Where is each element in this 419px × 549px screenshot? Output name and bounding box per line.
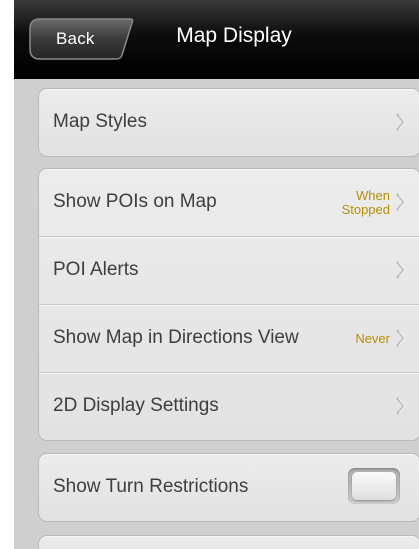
chevron-right-icon: [396, 261, 406, 279]
row-value-line: Stopped: [341, 201, 390, 217]
row-value-line: When: [356, 187, 390, 203]
chevron-right-icon: [396, 113, 406, 131]
settings-group-display: Show POIs on Map When Stopped POI Alerts…: [38, 168, 419, 441]
row-show-pois-on-map[interactable]: Show POIs on Map When Stopped: [39, 169, 419, 236]
row-label: Show Map in Directions View: [53, 327, 299, 348]
chevron-right-icon: [396, 397, 406, 415]
row-poi-alerts[interactable]: POI Alerts: [39, 236, 419, 304]
row-value: Never: [355, 330, 390, 346]
settings-group-turn-restrictions: Show Turn Restrictions: [38, 453, 419, 522]
turn-restrictions-toggle[interactable]: [348, 468, 400, 504]
page-title: Map Display: [176, 24, 292, 47]
toggle-knob: [352, 472, 396, 500]
back-button[interactable]: Back: [26, 17, 136, 61]
row-show-turn-restrictions[interactable]: Show Turn Restrictions: [39, 454, 419, 521]
back-button-label: Back: [56, 29, 95, 48]
row-show-map-in-directions-view[interactable]: Show Map in Directions View Never: [39, 304, 419, 372]
row-label: Map Styles: [53, 111, 147, 132]
settings-group-next: [38, 535, 419, 549]
navigation-bar: Back Map Display: [14, 0, 419, 79]
chevron-right-icon: [396, 329, 406, 347]
row-label: POI Alerts: [53, 259, 139, 280]
row-label: Show Turn Restrictions: [53, 476, 249, 497]
chevron-right-icon: [396, 193, 406, 211]
settings-group-map-styles: Map Styles: [38, 88, 419, 157]
row-label: 2D Display Settings: [53, 395, 219, 416]
row-map-styles[interactable]: Map Styles: [39, 89, 419, 156]
row-2d-display-settings[interactable]: 2D Display Settings: [39, 372, 419, 440]
row-label: Show POIs on Map: [53, 191, 217, 212]
row-value: When Stopped: [300, 169, 390, 236]
map-display-screen: Back Map Display Map Styles Show POIs on…: [14, 0, 419, 549]
